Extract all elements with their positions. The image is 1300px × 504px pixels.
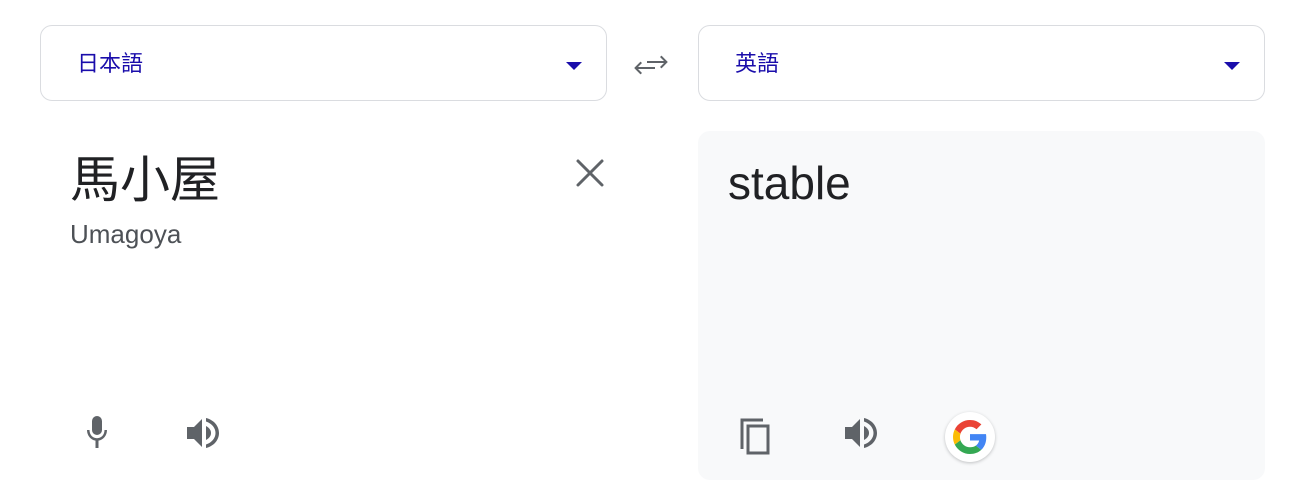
swap-arrows-icon: [634, 55, 668, 75]
source-romanization: Umagoya: [70, 219, 182, 249]
source-listen-button[interactable]: [181, 411, 225, 455]
target-language-select[interactable]: 英語: [698, 25, 1265, 101]
copy-translation-button[interactable]: [733, 415, 777, 459]
close-icon: [576, 159, 604, 187]
speaker-icon: [187, 418, 219, 448]
translated-text: stable: [728, 157, 851, 209]
source-language-select[interactable]: 日本語: [40, 25, 607, 101]
swap-languages-button[interactable]: [629, 45, 673, 85]
translation-listen-button[interactable]: [839, 411, 883, 455]
open-google-translate-button[interactable]: [945, 412, 995, 462]
speaker-icon: [845, 418, 877, 448]
source-text-panel[interactable]: 馬小屋 Umagoya: [40, 131, 607, 480]
target-language-label: 英語: [735, 51, 780, 76]
source-language-label: 日本語: [77, 51, 144, 76]
chevron-down-icon: [1224, 62, 1240, 70]
chevron-down-icon: [566, 62, 582, 70]
microphone-button[interactable]: [75, 411, 119, 455]
source-text[interactable]: 馬小屋: [70, 151, 220, 209]
microphone-icon: [87, 416, 107, 448]
google-logo-icon: [953, 420, 987, 454]
translate-widget: 日本語 英語 馬小屋 Umagoya stable: [0, 0, 1300, 504]
clear-source-button[interactable]: [572, 155, 608, 191]
copy-icon: [740, 418, 770, 455]
translation-panel: stable: [698, 131, 1265, 480]
